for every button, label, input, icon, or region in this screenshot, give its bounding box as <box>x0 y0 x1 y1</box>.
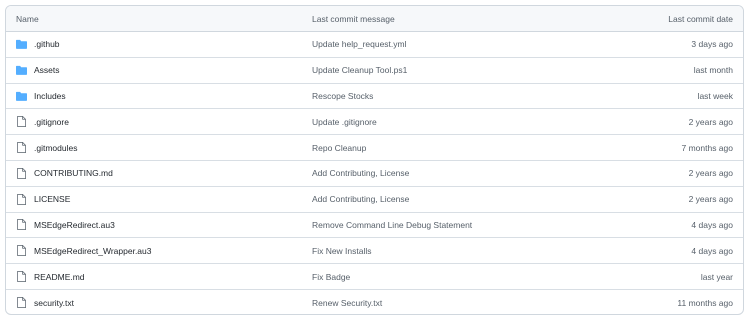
file-name-link[interactable]: CONTRIBUTING.md <box>34 168 113 178</box>
commit-message-link[interactable]: Fix Badge <box>312 264 350 289</box>
header-last-commit-date: Last commit date <box>668 13 733 24</box>
file-icon <box>16 116 27 128</box>
folder-icon <box>16 90 27 101</box>
commit-date: 2 years ago <box>688 194 733 205</box>
file-name-link[interactable]: MSEdgeRedirect.au3 <box>34 220 115 230</box>
table-row[interactable]: .github Update help_request.yml 3 days a… <box>6 32 743 58</box>
table-row[interactable]: .gitmodules Repo Cleanup 7 months ago <box>6 135 743 161</box>
header-last-commit-message: Last commit message <box>312 13 395 24</box>
file-name-cell[interactable]: README.md <box>16 264 85 289</box>
file-name-cell[interactable]: LICENSE <box>16 187 70 212</box>
file-name-cell[interactable]: .gitmodules <box>16 135 77 160</box>
file-icon <box>16 271 27 283</box>
commit-date: 11 months ago <box>677 297 733 308</box>
commit-date: 3 days ago <box>691 39 733 50</box>
commit-message-link[interactable]: Update help_request.yml <box>312 32 407 57</box>
commit-message-link[interactable]: Update .gitignore <box>312 109 377 134</box>
commit-message-link[interactable]: Renew Security.txt <box>312 290 382 314</box>
file-name-link[interactable]: LICENSE <box>34 194 70 204</box>
commit-message-link[interactable]: Add Contributing, License <box>312 187 409 212</box>
file-icon <box>16 193 27 205</box>
file-name-link[interactable]: MSEdgeRedirect_Wrapper.au3 <box>34 246 152 256</box>
folder-icon <box>16 39 27 50</box>
file-name-cell[interactable]: .gitignore <box>16 109 69 134</box>
commit-date: 2 years ago <box>688 168 733 179</box>
commit-date: last year <box>700 271 733 282</box>
file-name-link[interactable]: Includes <box>34 91 66 101</box>
table-row[interactable]: Includes Rescope Stocks last week <box>6 84 743 110</box>
file-name-cell[interactable]: .github <box>16 32 60 57</box>
table-row[interactable]: Assets Update Cleanup Tool.ps1 last mont… <box>6 58 743 84</box>
table-row[interactable]: MSEdgeRedirect.au3 Remove Command Line D… <box>6 213 743 239</box>
file-icon <box>16 297 27 309</box>
file-name-link[interactable]: README.md <box>34 272 85 282</box>
file-icon <box>16 245 27 257</box>
file-icon <box>16 219 27 231</box>
table-row[interactable]: CONTRIBUTING.md Add Contributing, Licens… <box>6 161 743 187</box>
table-row[interactable]: .gitignore Update .gitignore 2 years ago <box>6 109 743 136</box>
table-row[interactable]: MSEdgeRedirect_Wrapper.au3 Fix New Insta… <box>6 238 743 265</box>
commit-message-link[interactable]: Rescope Stocks <box>312 84 373 109</box>
file-name-link[interactable]: Assets <box>34 65 60 75</box>
table-row[interactable]: LICENSE Add Contributing, License 2 year… <box>6 187 743 213</box>
file-icon <box>16 142 27 154</box>
commit-date: 4 days ago <box>691 219 733 230</box>
file-name-cell[interactable]: security.txt <box>16 290 74 314</box>
table-header: Name Last commit message Last commit dat… <box>6 6 743 32</box>
commit-date: last week <box>697 90 733 101</box>
file-name-link[interactable]: .github <box>34 39 60 49</box>
file-name-cell[interactable]: Includes <box>16 84 66 109</box>
commit-date: last month <box>693 65 733 76</box>
file-name-cell[interactable]: CONTRIBUTING.md <box>16 161 113 186</box>
commit-date: 7 months ago <box>681 142 733 153</box>
file-name-cell[interactable]: Assets <box>16 58 60 83</box>
commit-date: 4 days ago <box>691 245 733 256</box>
table-row[interactable]: README.md Fix Badge last year <box>6 264 743 290</box>
table-row[interactable]: security.txt Renew Security.txt 11 month… <box>6 290 743 314</box>
folder-icon <box>16 65 27 76</box>
file-list-table: Name Last commit message Last commit dat… <box>5 5 744 315</box>
file-name-link[interactable]: .gitmodules <box>34 143 77 153</box>
file-icon <box>16 167 27 179</box>
commit-message-link[interactable]: Repo Cleanup <box>312 135 366 160</box>
file-name-cell[interactable]: MSEdgeRedirect.au3 <box>16 213 115 238</box>
file-name-link[interactable]: .gitignore <box>34 117 69 127</box>
file-name-link[interactable]: security.txt <box>34 298 74 308</box>
commit-message-link[interactable]: Update Cleanup Tool.ps1 <box>312 58 407 83</box>
commit-message-link[interactable]: Add Contributing, License <box>312 161 409 186</box>
commit-message-link[interactable]: Fix New Installs <box>312 238 372 263</box>
header-name: Name <box>16 13 39 24</box>
commit-date: 2 years ago <box>688 116 733 127</box>
file-name-cell[interactable]: MSEdgeRedirect_Wrapper.au3 <box>16 238 152 263</box>
commit-message-link[interactable]: Remove Command Line Debug Statement <box>312 213 472 238</box>
